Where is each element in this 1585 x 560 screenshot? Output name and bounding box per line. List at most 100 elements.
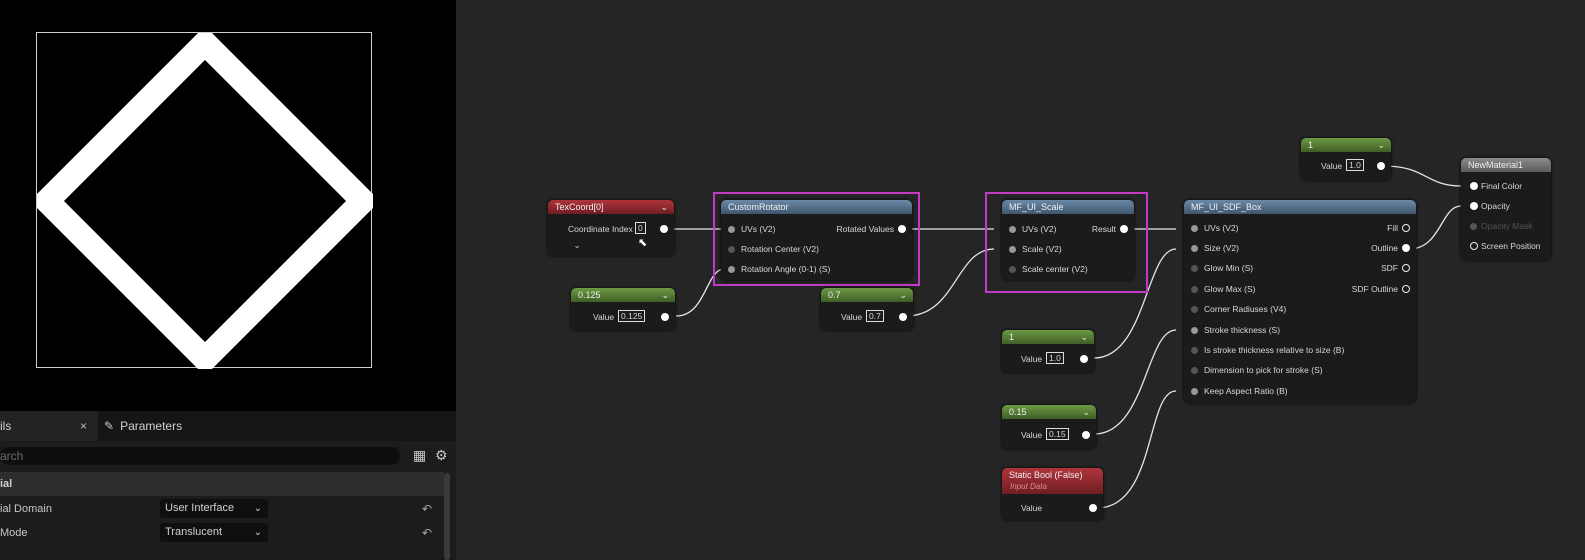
input-pin[interactable] [1191, 347, 1198, 354]
node-constant-07[interactable]: 0.7 ⌄ Value 0.7 [821, 288, 913, 330]
output-pin[interactable] [1402, 264, 1410, 272]
chevron-down-icon[interactable]: ⌄ [899, 288, 907, 302]
input-pin[interactable] [1191, 265, 1198, 272]
chevron-down-icon: ⌄ [253, 527, 262, 538]
pin-row: Coordinate Index 0 [548, 222, 674, 236]
input-pin[interactable] [1470, 182, 1478, 190]
input-pin[interactable] [1191, 225, 1198, 232]
output-pin[interactable] [1089, 504, 1097, 512]
node-header[interactable]: MF_UI_SDF_Box [1184, 200, 1416, 214]
pin-row: Value 1.0 [1301, 159, 1391, 173]
input-pin[interactable] [1470, 202, 1478, 210]
reset-arrow-icon[interactable]: ↶ [422, 521, 432, 545]
pin-row: Value 1.0 [1002, 352, 1094, 366]
node-header[interactable]: TexCoord[0] ⌄ [548, 200, 674, 214]
pin-label: UVs (V2) [1204, 223, 1239, 233]
output-pin[interactable] [661, 313, 669, 321]
node-constant-015[interactable]: 0.15 ⌄ Value 0.15 [1002, 405, 1096, 449]
section-header-material[interactable]: ial [0, 472, 444, 496]
output-pin[interactable] [660, 225, 668, 233]
close-icon[interactable]: × [80, 411, 87, 441]
gear-icon[interactable]: ⚙ [435, 447, 448, 464]
value-input[interactable]: 1.0 [1346, 159, 1364, 171]
output-pin[interactable] [899, 313, 907, 321]
blend-mode-dropdown[interactable]: Translucent ⌄ [160, 523, 268, 542]
node-title: MF_UI_SDF_Box [1191, 202, 1262, 212]
search-input[interactable]: arch [0, 447, 400, 465]
node-header[interactable]: 1 ⌄ [1301, 138, 1391, 152]
pin-label: Final Color [1481, 181, 1523, 191]
node-constant-1-color[interactable]: 1 ⌄ Value 1.0 [1301, 138, 1391, 180]
grid-icon[interactable]: ▦ [413, 447, 426, 464]
node-mf-ui-sdf-box[interactable]: MF_UI_SDF_Box UVs (V2) Fill Size (V2) Ou… [1184, 200, 1416, 403]
pin-label: Corner Radiuses (V4) [1204, 304, 1287, 314]
pin-row: Value 0.7 [821, 310, 913, 324]
reset-arrow-icon[interactable]: ↶ [422, 497, 432, 521]
property-label: Mode [0, 527, 28, 539]
input-pin[interactable] [1470, 242, 1478, 250]
node-material-output[interactable]: NewMaterial1 Final Color Opacity Opacity… [1461, 158, 1551, 260]
diamond-preview-shape [37, 33, 373, 369]
details-scrollbar[interactable] [444, 473, 450, 560]
output-pin[interactable] [1402, 285, 1410, 293]
node-subtitle: Input Data [1010, 482, 1047, 491]
input-pin[interactable] [1191, 306, 1198, 313]
node-header[interactable]: NewMaterial1 [1461, 158, 1551, 172]
expand-toggle[interactable]: ⌄ [548, 238, 606, 252]
output-pin[interactable] [1402, 244, 1410, 252]
input-pin[interactable] [1191, 388, 1198, 395]
pin-label: Value [1321, 161, 1343, 171]
pin-row: Screen Position [1461, 239, 1551, 253]
pin-row: Opacity [1461, 199, 1551, 213]
output-pin[interactable] [1377, 162, 1385, 170]
node-header[interactable]: 0.7 ⌄ [821, 288, 913, 302]
node-title: 1 [1308, 140, 1314, 150]
node-constant-0125[interactable]: 0.125 ⌄ Value 0.125 [571, 288, 675, 330]
output-pin[interactable] [1082, 431, 1090, 439]
tab-details[interactable]: ils × [0, 411, 98, 441]
node-header[interactable]: 0.125 ⌄ [571, 288, 675, 302]
pin-row: Dimension to pick for stroke (S) [1184, 363, 1416, 377]
pin-row-disabled: Opacity Mask [1461, 219, 1551, 233]
pin-label: Value [1021, 354, 1043, 364]
input-pin[interactable] [1191, 367, 1198, 374]
chevron-down-icon[interactable]: ⌄ [1080, 330, 1088, 344]
pin-label: Opacity [1481, 201, 1510, 211]
pin-row: Is stroke thickness relative to size (B) [1184, 343, 1416, 357]
output-pin[interactable] [1080, 355, 1088, 363]
node-header[interactable]: 1 ⌄ [1002, 330, 1094, 344]
value-input[interactable]: 0.125 [618, 310, 646, 322]
pin-label: Fill [1387, 223, 1398, 233]
node-constant-1-size[interactable]: 1 ⌄ Value 1.0 [1002, 330, 1094, 372]
chevron-down-icon[interactable]: ⌄ [660, 200, 668, 214]
input-pin[interactable] [1191, 245, 1198, 252]
node-texcoord[interactable]: TexCoord[0] ⌄ Coordinate Index 0 ⌄ [548, 200, 674, 256]
pin-row: Value 0.15 [1002, 428, 1096, 442]
chevron-down-icon[interactable]: ⌄ [1377, 138, 1385, 152]
value-input[interactable]: 0.7 [866, 310, 884, 322]
material-domain-dropdown[interactable]: User Interface ⌄ [160, 499, 268, 518]
pin-row: Corner Radiuses (V4) [1184, 302, 1416, 316]
node-title: TexCoord[0] [555, 202, 604, 212]
input-pin[interactable] [1191, 327, 1198, 334]
node-static-bool[interactable]: Static Bool (False) Input Data Value [1002, 468, 1103, 520]
pin-row: Value [1002, 501, 1103, 515]
tab-parameters-label: Parameters [120, 419, 183, 433]
value-input[interactable]: 0.15 [1046, 428, 1069, 440]
wire [1383, 165, 1462, 187]
pin-row: Glow Max (S) SDF Outline [1184, 282, 1416, 296]
output-pin[interactable] [1402, 224, 1410, 232]
chevron-down-icon[interactable]: ⌄ [1082, 405, 1090, 419]
input-pin[interactable] [1191, 286, 1198, 293]
pin-row: Keep Aspect Ratio (B) [1184, 384, 1416, 398]
node-header[interactable]: 0.15 ⌄ [1002, 405, 1096, 419]
tab-parameters[interactable]: ✎ Parameters [104, 411, 182, 441]
coordinate-index-input[interactable]: 0 [635, 222, 646, 234]
material-preview-viewport[interactable] [0, 0, 456, 411]
value-input[interactable]: 1.0 [1046, 352, 1064, 364]
material-graph-canvas[interactable]: TexCoord[0] ⌄ Coordinate Index 0 ⌄ ⬉ Cust… [456, 0, 1585, 560]
pin-row: Size (V2) Outline [1184, 241, 1416, 255]
pin-label: Glow Min (S) [1204, 263, 1254, 273]
chevron-down-icon[interactable]: ⌄ [661, 288, 669, 302]
pin-label: Value [841, 312, 863, 322]
